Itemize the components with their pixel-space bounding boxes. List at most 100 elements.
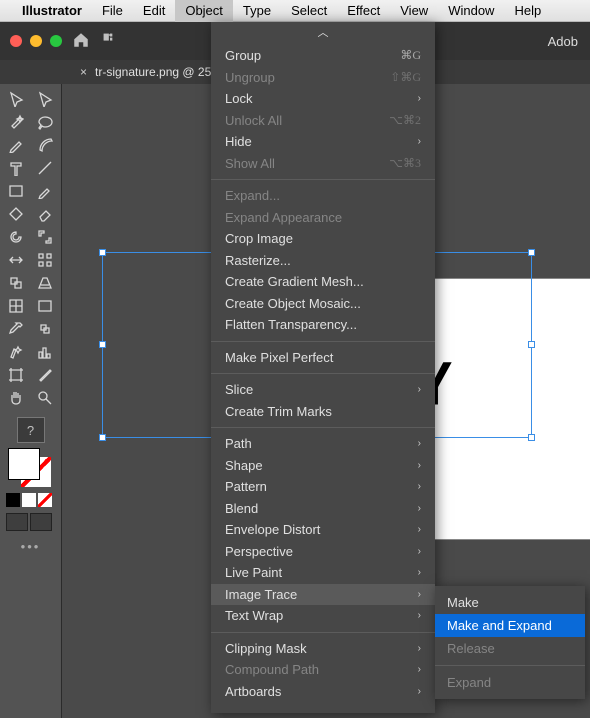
menu-item-image-trace[interactable]: Image Trace›	[211, 584, 435, 606]
mesh-tool[interactable]	[2, 295, 30, 317]
color-fill-icon[interactable]	[6, 493, 20, 507]
resize-handle[interactable]	[528, 341, 535, 348]
chevron-right-icon: ›	[418, 686, 421, 697]
eraser-tool[interactable]	[31, 203, 59, 225]
menu-select[interactable]: Select	[281, 0, 337, 22]
menu-item-text-wrap[interactable]: Text Wrap›	[211, 605, 435, 627]
menu-edit[interactable]: Edit	[133, 0, 175, 22]
menu-item-make-pixel-perfect[interactable]: Make Pixel Perfect	[211, 347, 435, 369]
chevron-right-icon: ›	[418, 136, 421, 147]
lasso-tool[interactable]	[31, 111, 59, 133]
draw-mode-icon[interactable]	[6, 513, 28, 531]
menu-item-clipping-mask[interactable]: Clipping Mask›	[211, 638, 435, 660]
screen-mode-icon[interactable]	[30, 513, 52, 531]
menu-item-artboards[interactable]: Artboards›	[211, 681, 435, 703]
chevron-right-icon: ›	[418, 589, 421, 600]
arrange-documents-icon[interactable]	[100, 33, 120, 50]
maximize-window-button[interactable]	[50, 35, 62, 47]
resize-handle[interactable]	[528, 249, 535, 256]
free-transform-tool[interactable]	[31, 249, 59, 271]
menu-item-perspective[interactable]: Perspective›	[211, 541, 435, 563]
resize-handle[interactable]	[99, 249, 106, 256]
menu-item-create-gradient-mesh[interactable]: Create Gradient Mesh...	[211, 271, 435, 293]
submenu-item-make-and-expand[interactable]: Make and Expand	[435, 614, 585, 637]
blend-tool[interactable]	[31, 318, 59, 340]
menu-item-expand: Expand...	[211, 185, 435, 207]
menu-item-hide[interactable]: Hide›	[211, 131, 435, 153]
menu-effect[interactable]: Effect	[337, 0, 390, 22]
menu-help[interactable]: Help	[504, 0, 551, 22]
shaper-tool[interactable]	[2, 203, 30, 225]
menu-item-slice[interactable]: Slice›	[211, 379, 435, 401]
menu-item-unlock-all: Unlock All⌥⌘2	[211, 110, 435, 132]
column-graph-tool[interactable]	[31, 341, 59, 363]
perspective-tool[interactable]	[31, 272, 59, 294]
menu-window[interactable]: Window	[438, 0, 504, 22]
scroll-up-icon[interactable]: ︿	[211, 22, 435, 40]
direct-selection-tool[interactable]	[31, 88, 59, 110]
document-tab[interactable]: tr-signature.png @ 25	[95, 65, 211, 79]
resize-handle[interactable]	[99, 341, 106, 348]
menu-item-path[interactable]: Path›	[211, 433, 435, 455]
pen-tool[interactable]	[2, 134, 30, 156]
menu-item-flatten-transparency[interactable]: Flatten Transparency...	[211, 314, 435, 336]
fill-stroke-swatches[interactable]	[7, 449, 55, 489]
close-window-button[interactable]	[10, 35, 22, 47]
menu-object[interactable]: Object	[175, 0, 233, 22]
screen-mode-row	[6, 513, 61, 531]
menu-item-lock[interactable]: Lock›	[211, 88, 435, 110]
symbol-sprayer-tool[interactable]	[2, 341, 30, 363]
chevron-right-icon: ›	[418, 503, 421, 514]
type-tool[interactable]	[2, 157, 30, 179]
chevron-right-icon: ›	[418, 438, 421, 449]
gradient-fill-icon[interactable]	[22, 493, 36, 507]
zoom-tool[interactable]	[31, 387, 59, 409]
menu-type[interactable]: Type	[233, 0, 281, 22]
menu-view[interactable]: View	[390, 0, 438, 22]
menu-item-rasterize[interactable]: Rasterize...	[211, 250, 435, 272]
menu-item-blend[interactable]: Blend›	[211, 498, 435, 520]
chevron-right-icon: ›	[418, 610, 421, 621]
toolbar-options-icon[interactable]: •••	[0, 539, 61, 554]
menu-item-live-paint[interactable]: Live Paint›	[211, 562, 435, 584]
menu-item-create-object-mosaic[interactable]: Create Object Mosaic...	[211, 293, 435, 315]
edit-toolbar-button[interactable]: ?	[17, 417, 45, 443]
menu-file[interactable]: File	[92, 0, 133, 22]
gradient-tool[interactable]	[31, 295, 59, 317]
none-fill-icon[interactable]	[38, 493, 52, 507]
paintbrush-tool[interactable]	[31, 180, 59, 202]
menu-item-show-all: Show All⌥⌘3	[211, 153, 435, 175]
chevron-right-icon: ›	[418, 567, 421, 578]
selection-tool[interactable]	[2, 88, 30, 110]
tab-close-icon[interactable]: ×	[80, 65, 87, 79]
slice-tool[interactable]	[31, 364, 59, 386]
chevron-right-icon: ›	[418, 460, 421, 471]
magic-wand-tool[interactable]	[2, 111, 30, 133]
menu-item-envelope-distort[interactable]: Envelope Distort›	[211, 519, 435, 541]
curvature-tool[interactable]	[31, 134, 59, 156]
scale-tool[interactable]	[31, 226, 59, 248]
submenu-item-make[interactable]: Make	[435, 591, 585, 614]
minimize-window-button[interactable]	[30, 35, 42, 47]
fill-swatch[interactable]	[9, 449, 39, 479]
resize-handle[interactable]	[528, 434, 535, 441]
menu-item-pattern[interactable]: Pattern›	[211, 476, 435, 498]
line-tool[interactable]	[31, 157, 59, 179]
width-tool[interactable]	[2, 249, 30, 271]
menu-item-crop-image[interactable]: Crop Image	[211, 228, 435, 250]
menu-item-shape[interactable]: Shape›	[211, 455, 435, 477]
hand-tool[interactable]	[2, 387, 30, 409]
rotate-tool[interactable]	[2, 226, 30, 248]
menu-item-group[interactable]: Group⌘G	[211, 45, 435, 67]
rectangle-tool[interactable]	[2, 180, 30, 202]
resize-handle[interactable]	[99, 434, 106, 441]
shape-builder-tool[interactable]	[2, 272, 30, 294]
eyedropper-tool[interactable]	[2, 318, 30, 340]
chevron-right-icon: ›	[418, 643, 421, 654]
menu-separator	[435, 665, 585, 666]
submenu-item-expand: Expand	[435, 671, 585, 694]
chevron-right-icon: ›	[418, 546, 421, 557]
artboard-tool[interactable]	[2, 364, 30, 386]
home-icon[interactable]	[72, 31, 90, 52]
menu-item-create-trim-marks[interactable]: Create Trim Marks	[211, 401, 435, 423]
